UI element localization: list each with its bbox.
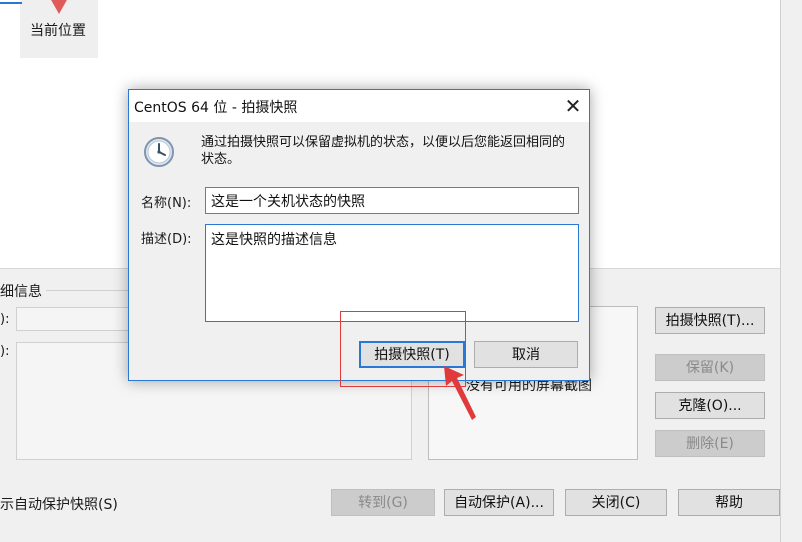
- goto-button[interactable]: 转到(G): [331, 489, 435, 516]
- details-group-title: 细信息: [0, 281, 46, 301]
- close-button[interactable]: 关闭(C): [565, 489, 667, 516]
- snapshot-name-input[interactable]: [205, 187, 579, 214]
- delete-button[interactable]: 删除(E): [655, 430, 765, 457]
- snapshot-name-label: 名称(N):: [141, 196, 192, 211]
- annotation-arrow-icon: [444, 366, 476, 420]
- take-snapshot-button[interactable]: 拍摄快照(T)...: [655, 307, 765, 334]
- keep-button[interactable]: 保留(K): [655, 354, 765, 381]
- dialog-info-text: 通过拍摄快照可以保留虚拟机的状态，以便以后您能返回相同的状态。: [201, 135, 566, 167]
- close-icon[interactable]: ✕: [557, 90, 589, 122]
- autoprotect-button[interactable]: 自动保护(A)...: [444, 489, 554, 516]
- details-desc-label: ):: [0, 344, 10, 359]
- tree-connector-arrow-icon: [0, 2, 22, 4]
- dialog-title: CentOS 64 位 - 拍摄快照: [134, 100, 298, 116]
- snapshot-description-input[interactable]: 这是快照的描述信息: [205, 224, 579, 322]
- help-button[interactable]: 帮助: [678, 489, 780, 516]
- clone-button[interactable]: 克隆(O)...: [655, 392, 765, 419]
- snapshot-description-label: 描述(D):: [141, 232, 192, 247]
- current-position-label: 当前位置: [30, 23, 86, 39]
- window-edge: [780, 0, 802, 542]
- show-autoprotect-checkbox-label[interactable]: 示自动保护快照(S): [0, 494, 118, 514]
- details-name-label: ):: [0, 312, 10, 327]
- clock-icon: [144, 137, 174, 167]
- current-position-pin-icon: [50, 0, 68, 14]
- dialog-cancel-button[interactable]: 取消: [474, 341, 578, 368]
